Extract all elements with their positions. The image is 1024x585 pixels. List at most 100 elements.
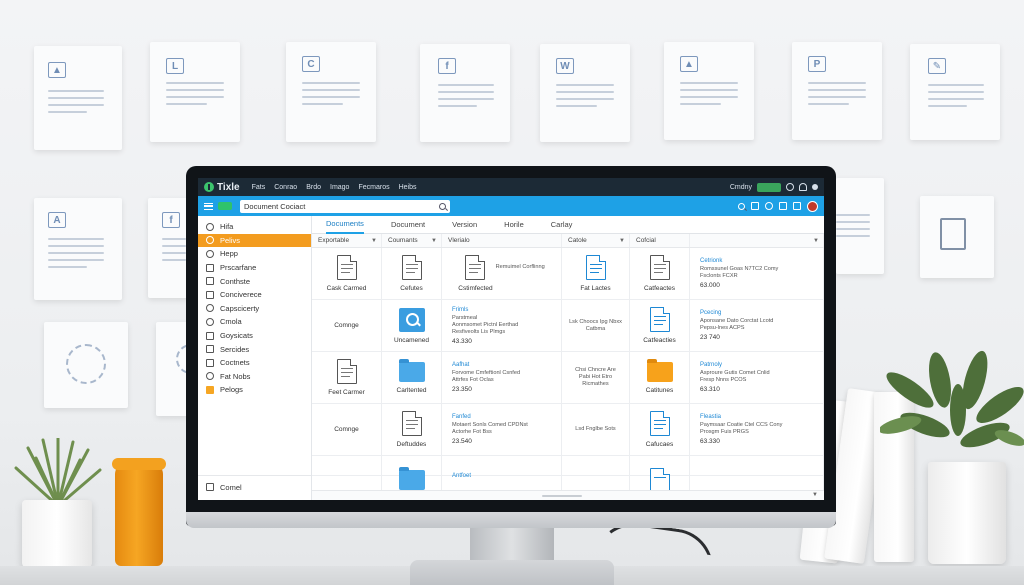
search-input[interactable] (244, 201, 439, 211)
grid-cell[interactable]: Lsk Choocs Ipg Nbxx Catbma (562, 300, 630, 351)
sidebar: Hifa Pelivs Hepp Prscarfane Conthste Con… (198, 216, 312, 500)
grid-cell[interactable]: Comnge (312, 404, 382, 455)
search-icon (206, 304, 214, 313)
sidebar-item-footer[interactable]: Comel (198, 480, 311, 494)
menu-item[interactable]: Heibs (399, 184, 417, 191)
grid-cell[interactable]: Feet Carmer (312, 352, 382, 403)
sidebar-item[interactable]: Sercides (198, 342, 311, 356)
sidebar-item[interactable]: Pelogs (198, 383, 311, 397)
horizontal-scrollbar[interactable]: ▼ (312, 490, 824, 500)
sidebar-item-label: Fat Nobs (220, 371, 251, 381)
table-row[interactable]: Antfoet (312, 456, 824, 498)
grid-icon[interactable] (751, 202, 759, 210)
column-header[interactable]: Vlerialo (442, 234, 562, 247)
chevron-down-icon[interactable]: ▼ (619, 238, 625, 244)
sidebar-item[interactable]: Capscicerty (198, 302, 311, 316)
monitor-chin (186, 512, 836, 528)
grid-cell[interactable]: Catfeactes (630, 248, 690, 299)
grid-cell[interactable]: Cafucaes (630, 404, 690, 455)
grid-cell[interactable]: Fleastia Paymsaar Coatie Ctel CCS Cony P… (690, 404, 824, 455)
column-header[interactable]: Exportable ▼ (312, 234, 382, 247)
letter-a-icon: A (48, 212, 66, 228)
sidebar-item-active[interactable]: Pelivs (198, 233, 311, 248)
sidebar-footer: Comel (198, 475, 311, 494)
share-icon[interactable] (779, 202, 787, 210)
chevron-down-icon[interactable]: ▼ (431, 238, 437, 244)
column-header[interactable]: Coumants ▼ (382, 234, 442, 247)
tab-documents[interactable]: Documents (326, 216, 364, 234)
sidebar-item[interactable]: Conciverece (198, 288, 311, 302)
sidebar-item[interactable]: Prscarfane (198, 261, 311, 275)
menu-item[interactable]: Fecmaros (358, 184, 389, 191)
grid-cell[interactable]: Cetrionk Romssunel Goas N7TC2 Comy Fsclo… (690, 248, 824, 299)
grid-cell[interactable]: Catitunes (630, 352, 690, 403)
wall-paper: ▲ (664, 42, 754, 140)
gift-icon[interactable] (793, 202, 801, 210)
gear-icon[interactable] (786, 183, 794, 191)
toggle-chip[interactable] (218, 202, 232, 210)
sidebar-item[interactable]: Goysicats (198, 329, 311, 343)
tab-version[interactable]: Version (452, 216, 477, 234)
grid-cell[interactable]: Deftuddes (382, 404, 442, 455)
sidebar-item-label: Hifa (220, 222, 234, 232)
grid-cell[interactable]: Aafhat Forvome Cmfeftionl Csnfed Attrfes… (442, 352, 562, 403)
grid-cell[interactable]: Carltented (382, 352, 442, 403)
table-row[interactable]: Cask Carmed Cefutes Cstimfected Remuimel… (312, 248, 824, 300)
chevron-down-icon[interactable]: ▼ (812, 492, 818, 498)
grid-cell[interactable]: Cstimfected Remuimel Corflinng (442, 248, 562, 299)
table-row[interactable]: Comnge Uncamened Frimls Parstmeal Aonmso… (312, 300, 824, 352)
sidebar-item[interactable]: Hepp (198, 247, 311, 261)
tab-document[interactable]: Document (391, 216, 425, 234)
sidebar-item[interactable]: Cmola (198, 315, 311, 329)
document-icon (649, 255, 670, 280)
status-chip[interactable] (757, 182, 781, 192)
tab-carlay[interactable]: Carlay (551, 216, 573, 234)
grid-cell[interactable]: Uncamened (382, 300, 442, 351)
notification-icon[interactable] (765, 202, 773, 210)
bell-icon[interactable] (799, 183, 807, 191)
chevron-down-icon[interactable]: ▼ (371, 238, 377, 244)
user-icon[interactable] (812, 184, 818, 190)
grid-cell[interactable]: Patrnoly Asproure Gutis Comet Cnlid Fres… (690, 352, 824, 403)
menu-item[interactable]: Imago (330, 184, 349, 191)
grid-cell[interactable]: Chsi Chncre Are Pabi Hot Etro Ricmathes (562, 352, 630, 403)
search-icon[interactable] (439, 202, 446, 210)
wall-paper: W (540, 44, 630, 142)
grid-cell[interactable]: Lsd Fnglbe Sots (562, 404, 630, 455)
home-icon (206, 222, 214, 231)
menu-item[interactable]: Fats (252, 184, 266, 191)
sidebar-item-label: Sercides (220, 344, 250, 354)
avatar[interactable] (807, 200, 818, 212)
column-header[interactable]: Cofcial (630, 234, 690, 247)
column-header[interactable]: Catole ▼ (562, 234, 630, 247)
chevron-down-icon[interactable]: ▼ (813, 238, 819, 244)
send-icon (206, 345, 214, 354)
tab-horile[interactable]: Horile (504, 216, 524, 234)
sidebar-item[interactable]: Conthste (198, 274, 311, 288)
search-icon[interactable] (738, 202, 745, 210)
contacts-icon (206, 277, 214, 286)
grid-cell[interactable]: Frimls Parstmeal Aonmsomet Pictnl Eertha… (442, 300, 562, 351)
sidebar-item-label: Capscicerty (220, 303, 260, 313)
sidebar-item[interactable]: Coctnets (198, 356, 311, 370)
chart-icon (206, 331, 214, 340)
app-logo[interactable]: Tixle (204, 182, 240, 193)
grid-cell[interactable]: Catfeacties (630, 300, 690, 351)
sidebar-item-label: Conthste (220, 276, 251, 286)
table-row[interactable]: Feet Carmer Carltented Aafhat Forvome Cm… (312, 352, 824, 404)
menu-item[interactable]: Conrao (274, 184, 297, 191)
sidebar-item[interactable]: Fat Nobs (198, 370, 311, 384)
grid-cell[interactable]: Pcecing Aponsane Dato Corctat Lcotd Peps… (690, 300, 824, 351)
table-row[interactable]: Comnge Deftuddes Fanfed Motaert Sonls Co… (312, 404, 824, 456)
menu-item[interactable]: Brdo (306, 184, 321, 191)
scrollbar-thumb[interactable] (542, 495, 582, 497)
column-header[interactable]: ▼ (690, 234, 824, 247)
grid-cell[interactable]: Fanfed Motaert Sonls Comed CPDNst Actorh… (442, 404, 562, 455)
grid-cell[interactable]: Cefutes (382, 248, 442, 299)
grid-cell[interactable]: Cask Carmed (312, 248, 382, 299)
sidebar-item-home[interactable]: Hifa (198, 220, 311, 234)
menu-icon[interactable] (204, 202, 213, 210)
search-box[interactable] (240, 199, 450, 213)
grid-cell[interactable]: Fat Lactes (562, 248, 630, 299)
grid-cell[interactable]: Comnge (312, 300, 382, 351)
